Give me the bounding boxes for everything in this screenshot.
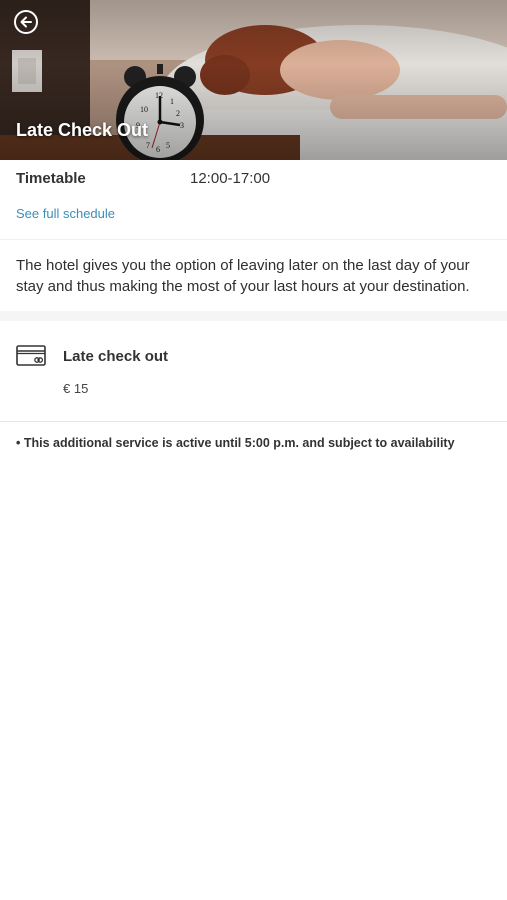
timetable-value: 12:00-17:00 xyxy=(190,169,271,187)
hero-image: 12 2 3 6 9 10 1 5 7 Late Check Out xyxy=(0,0,507,160)
arrow-left-icon xyxy=(20,16,32,28)
availability-note: • This additional service is active unti… xyxy=(16,436,455,450)
credit-card-icon xyxy=(16,345,46,366)
timetable-row: Timetable 12:00-17:00 xyxy=(0,160,507,196)
back-button[interactable] xyxy=(14,10,38,34)
page-title: Late Check Out xyxy=(16,120,149,140)
service-price: € 15 xyxy=(63,381,89,396)
service-name: Late check out xyxy=(63,347,169,365)
service-item[interactable]: Late check out € 15 xyxy=(0,321,507,421)
timetable-label: Timetable xyxy=(16,169,86,187)
service-description: The hotel gives you the option of leavin… xyxy=(16,257,470,295)
section-separator xyxy=(0,311,507,321)
see-full-schedule-link[interactable]: See full schedule xyxy=(16,206,491,221)
late-checkout-page: 12 2 3 6 9 10 1 5 7 Late Check Out Timet… xyxy=(0,0,507,900)
service-header: Late check out xyxy=(16,345,491,367)
